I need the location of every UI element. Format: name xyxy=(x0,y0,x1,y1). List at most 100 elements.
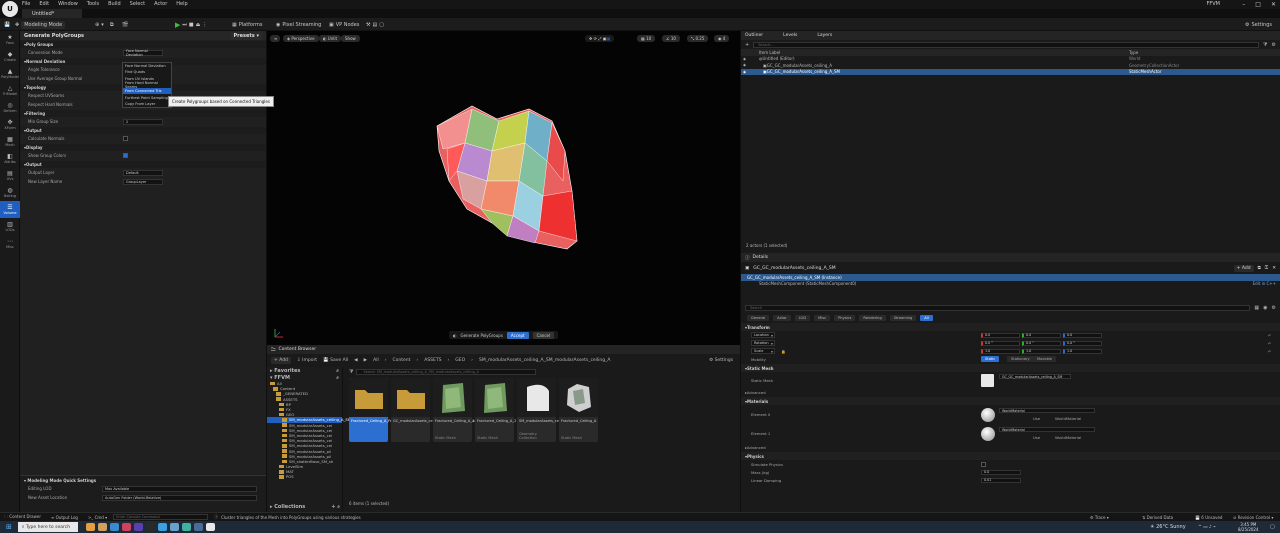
search-icon[interactable]: ⌕ xyxy=(336,368,339,374)
filter-tab[interactable]: LOD xyxy=(794,315,811,321)
transform-field[interactable]: 0.0 ° xyxy=(1022,340,1061,346)
quick-setting-value[interactable]: Max Available xyxy=(102,485,257,492)
details-section-header[interactable]: ▾ Materials xyxy=(741,397,1280,405)
dropdown-option[interactable]: From Hard Normal Seams xyxy=(123,81,171,89)
reset-icon[interactable]: ↶ xyxy=(1268,333,1271,338)
tool-misc[interactable]: ⋯ Misc xyxy=(0,235,20,252)
maximize-icon[interactable]: □ xyxy=(1255,1,1261,8)
taskbar-app-icon[interactable] xyxy=(145,523,155,531)
settings-button[interactable]: ⚙ Settings xyxy=(1245,20,1272,29)
close-icon[interactable]: ✕ xyxy=(1271,1,1276,8)
property-value[interactable]: 2 xyxy=(123,118,163,125)
property-value[interactable]: GroupLayer xyxy=(123,178,163,185)
presets-button[interactable]: Presets ▾ xyxy=(230,31,262,40)
tool-lods[interactable]: ▥ LODs xyxy=(0,218,20,235)
favorites-header[interactable]: ▸ Favorites ⌕ xyxy=(267,367,342,374)
unreal-logo-icon[interactable]: U xyxy=(2,1,18,17)
play-icon[interactable]: ▶ xyxy=(175,21,180,29)
menu-item-build[interactable]: Build xyxy=(108,1,121,7)
menu-item-file[interactable]: File xyxy=(22,1,30,7)
unsaved-button[interactable]: 💾 6 Unsaved xyxy=(1195,515,1222,520)
tool-trimodel[interactable]: △ TriModel xyxy=(0,82,20,99)
section-header[interactable]: ▾ Poly Groups xyxy=(20,41,266,48)
outliner-tab[interactable]: Outliner xyxy=(745,33,763,38)
content-drawer-button[interactable]: 🗀 Content Drawer xyxy=(4,514,41,521)
minimize-icon[interactable]: – xyxy=(1242,1,1245,8)
gear-icon[interactable]: ⚙ xyxy=(1272,42,1276,48)
column-type[interactable]: Type xyxy=(1129,50,1138,55)
conversion-mode-dropdown[interactable]: Face Normal Deviation Find Quads From UV I… xyxy=(122,62,172,109)
revision-control-button[interactable]: ⊘ Revision Control ▾ xyxy=(1233,515,1273,520)
eye-icon[interactable]: ◉ xyxy=(1263,305,1267,311)
filter-tab[interactable]: All xyxy=(920,315,933,321)
breadcrumb-item[interactable]: Content xyxy=(393,358,411,363)
transform-field[interactable]: 1.0 xyxy=(1063,348,1102,354)
tool-polymodel[interactable]: ▲ PolyModel xyxy=(0,65,20,82)
breadcrumb-item[interactable]: All xyxy=(373,358,379,363)
save-all-button[interactable]: 💾 Save All xyxy=(323,358,348,363)
history-forward-icon[interactable]: ▶ xyxy=(364,358,367,363)
taskbar-app-icon[interactable] xyxy=(205,523,215,531)
transform-field[interactable]: 0.0 ° xyxy=(981,340,1020,346)
taskbar-app-icon[interactable] xyxy=(181,523,191,531)
physics-checkbox[interactable] xyxy=(981,461,986,467)
details-section-header[interactable]: ▾ Static Mesh xyxy=(741,364,1280,372)
asset-tile[interactable]: Fractured_Ceiling_A_Fractured_Ceiling_A xyxy=(349,378,424,442)
edit-in-link[interactable]: Edit in C++ xyxy=(1253,281,1276,286)
stop-icon[interactable]: ■ xyxy=(189,22,194,28)
taskbar-app-icon[interactable] xyxy=(121,523,131,531)
static-mesh-picker[interactable]: GC_GC_modularAssets_ceiling_A_SM xyxy=(999,374,1071,379)
component-row[interactable]: StaticMeshComponent (StaticMeshComponent… xyxy=(741,281,1280,288)
filter-tab[interactable]: Rendering xyxy=(859,315,886,321)
asset-search-input[interactable]: Search SM_modularAssets_ceiling_A_SM_mod… xyxy=(356,369,537,375)
pixel-streaming-button[interactable]: ◉ Pixel Streaming xyxy=(276,20,321,29)
filter-tab[interactable]: Actor xyxy=(773,315,791,321)
outliner-tab[interactable]: Levels xyxy=(783,33,797,38)
sequencer-button[interactable]: 🎬 xyxy=(122,20,128,29)
close-icon[interactable]: ✕ xyxy=(1272,266,1276,271)
blueprint-icon[interactable]: ⧉ xyxy=(1258,265,1261,271)
tray-icons[interactable]: ^ ▭ ♪ ⌁ xyxy=(1198,525,1216,530)
tool-uvs[interactable]: ▤ UVs xyxy=(0,167,20,184)
history-back-icon[interactable]: ◀ xyxy=(354,358,357,363)
filter-tab[interactable]: General xyxy=(747,315,770,321)
vp-nodes-button[interactable]: ▣ VP Nodes xyxy=(329,20,359,29)
tool-attribs[interactable]: ◧ Attribs xyxy=(0,150,20,167)
content-browser-title[interactable]: Content Browser xyxy=(279,347,317,352)
platforms-button[interactable]: ▦ Platforms xyxy=(232,20,262,29)
blueprint-button[interactable]: ⧉ xyxy=(110,20,114,29)
asset-tile[interactable]: Fractured_Ceiling_A_1 Static Mesh xyxy=(433,378,474,442)
menu-item-help[interactable]: Help xyxy=(176,1,187,7)
material-picker[interactable]: WorldMaterial xyxy=(999,408,1095,413)
filter-icon[interactable]: ⧩ xyxy=(1263,42,1267,48)
clock[interactable]: 3:45 PM 8/25/2024 xyxy=(1238,522,1259,532)
material-picker[interactable]: WorldMaterial xyxy=(999,427,1095,432)
add-button[interactable]: + Add xyxy=(271,357,291,364)
details-section-header[interactable]: ▾ Transform xyxy=(741,323,1280,331)
weather-widget[interactable]: ☀ 26°C Sunny xyxy=(1150,524,1186,530)
transform-field[interactable]: 0.0 xyxy=(1063,332,1102,338)
tool-favs[interactable]: ★ Favs xyxy=(0,31,20,48)
details-search-input[interactable]: Search xyxy=(745,304,1251,311)
property-value[interactable]: Default xyxy=(123,169,163,176)
add-component-button[interactable]: + Add xyxy=(1233,264,1254,272)
mobility-option[interactable]: Movable xyxy=(1033,356,1057,362)
asset-tile[interactable]: GC_modularAssets_ceiling_A_GC_modularAss… xyxy=(391,378,482,442)
add-collection-icon[interactable]: + ⌕ xyxy=(331,504,340,510)
collections-header[interactable]: ▸ Collections + ⌕ xyxy=(267,503,343,510)
document-tab[interactable]: Untitled* xyxy=(22,9,82,18)
tool-mesh[interactable]: ▦ Mesh xyxy=(0,133,20,150)
section-header[interactable]: ▾ Filtering xyxy=(20,110,266,117)
lock-icon[interactable]: 🔒 xyxy=(781,349,786,354)
dropdown-option[interactable]: Copy From Layer xyxy=(123,101,171,107)
filter-tab[interactable]: Misc xyxy=(814,315,831,321)
eye-icon[interactable]: ◉ xyxy=(743,57,746,61)
filter-tab[interactable]: Physics xyxy=(834,315,856,321)
mode-selector[interactable]: ✥ Modeling Mode xyxy=(15,20,66,29)
mobility-option[interactable]: Stationary xyxy=(1007,356,1034,362)
notification-icon[interactable]: ▢ xyxy=(1270,524,1275,530)
section-header[interactable]: ▾ Display xyxy=(20,144,266,151)
quick-setting-value[interactable]: AutoGen Folder (World-Relative) xyxy=(102,494,257,501)
root-header[interactable]: ▾ FFVM ⌕ xyxy=(267,374,342,381)
property-value[interactable]: Face Normal Deviation xyxy=(123,49,163,57)
